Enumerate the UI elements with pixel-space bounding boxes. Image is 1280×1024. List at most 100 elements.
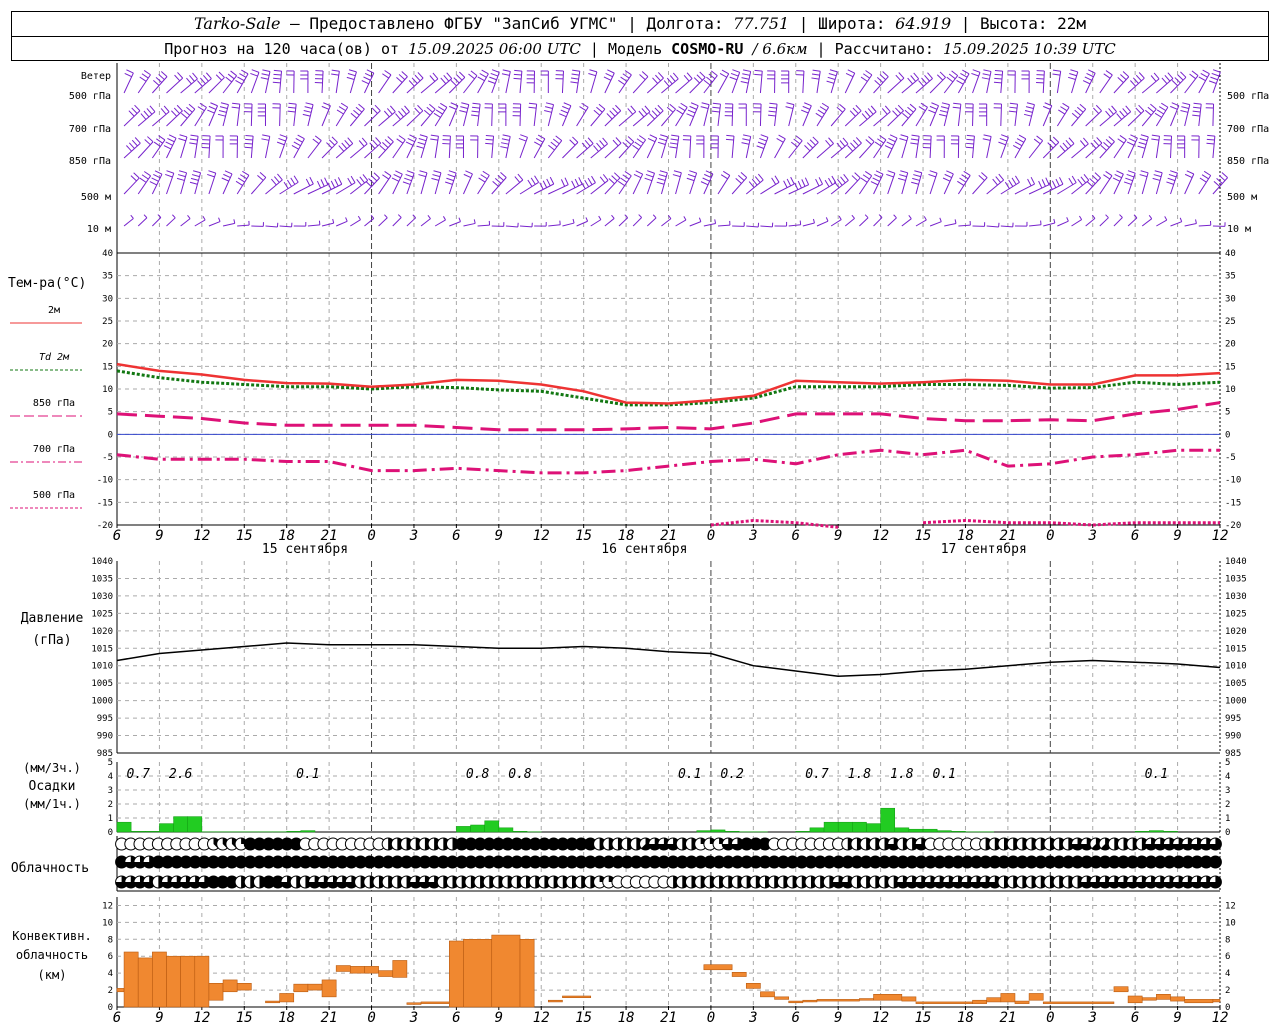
- wind-barb-feather: [824, 179, 830, 187]
- wind-barb-feather: [768, 114, 776, 117]
- wind-barb-feather: [946, 170, 954, 175]
- wind-barb-feather: [160, 108, 167, 115]
- wind-barb-feather: [391, 177, 400, 182]
- wind-barb-feather: [401, 108, 407, 115]
- wind-barb-staff: [1141, 108, 1157, 127]
- wind-barb-feather: [417, 104, 424, 112]
- wind-barb-feather: [239, 73, 247, 78]
- wind-barb-feather: [864, 110, 871, 118]
- wind-barb-feather: [446, 177, 454, 182]
- wind-barb-staff: [844, 110, 862, 127]
- wind-barb-feather: [1090, 142, 1097, 149]
- wind-barb-feather: [502, 69, 511, 72]
- wind-barb-feather: [355, 106, 363, 113]
- wind-barb-feather: [797, 180, 802, 189]
- wind-barb-feather: [192, 170, 201, 174]
- conv-bar: [392, 960, 408, 978]
- precip-total-label: 0.1: [1145, 767, 1168, 782]
- wind-barb-feather: [741, 77, 750, 80]
- wind-barb-staff: [759, 103, 762, 127]
- wind-barb-feather: [1207, 134, 1215, 137]
- wind-barb-feather: [877, 138, 884, 144]
- prec-ytick-left: 5: [108, 758, 113, 768]
- wind-barb-feather: [433, 170, 442, 174]
- wind-barb-feather: [589, 69, 598, 73]
- wind-barb-feather: [972, 69, 981, 73]
- wind-barb-feather: [218, 109, 227, 113]
- wind-barb-feather: [423, 109, 431, 116]
- wind-barb-feather: [1086, 180, 1093, 187]
- wind-barb-feather: [277, 173, 283, 181]
- temp-ytick-right: 0: [1225, 430, 1230, 440]
- wind-barb-feather: [208, 170, 216, 174]
- conv-bar: [265, 1000, 280, 1004]
- wind-barb-feather: [1105, 110, 1111, 118]
- temp-xtick-label: 12: [872, 528, 889, 544]
- conv-bar: [816, 999, 860, 1002]
- precip-total-label: 0.7: [805, 767, 829, 782]
- wind-barb-staff: [378, 175, 392, 195]
- wind-barb-staff: [1113, 173, 1124, 195]
- wind-barb-feather: [1014, 141, 1023, 147]
- wind-barb-feather: [460, 106, 468, 109]
- wind-barb-feather: [419, 134, 428, 138]
- wind-barb-feather: [304, 106, 313, 109]
- wind-barb-feather: [1052, 73, 1061, 76]
- wind-barb-feather: [419, 170, 428, 174]
- wind-barb-feather: [683, 216, 687, 221]
- wind-barb-staff: [1212, 136, 1216, 159]
- conv-bar: [449, 940, 464, 1008]
- conv-bar: [420, 1001, 450, 1004]
- temp-xtick-label: 15: [236, 528, 253, 544]
- wind-barb-feather: [760, 134, 769, 138]
- wind-barb-feather: [719, 73, 728, 78]
- wind-barb-feather: [293, 141, 301, 147]
- wind-barb-feather: [963, 170, 971, 176]
- wind-barb-feather: [163, 145, 172, 150]
- wind-barb-feather: [473, 219, 476, 224]
- prec-ytick-left: 4: [108, 772, 113, 782]
- wind-barb-feather: [382, 174, 390, 180]
- wind-barb-feather: [210, 102, 218, 107]
- wind-barb-feather: [500, 146, 508, 149]
- day-label: 16 сентября: [601, 542, 687, 557]
- conv-bar: [859, 998, 874, 1001]
- temp-ytick-left: -10: [97, 476, 113, 486]
- wind-barb-feather: [895, 107, 902, 114]
- wind-barb-staff: [859, 217, 869, 227]
- wind-barb-feather: [1083, 173, 1090, 181]
- precip-bar: [724, 831, 740, 833]
- wind-barb-feather: [710, 70, 718, 77]
- conv-xtick-label: 0: [707, 1010, 715, 1024]
- wind-barb-feather: [1025, 106, 1034, 109]
- wind-barb-feather: [555, 135, 563, 141]
- wind-barb-staff: [250, 136, 254, 159]
- wind-barb-feather: [634, 141, 642, 147]
- pres-ytick-left: 1025: [91, 609, 113, 619]
- wind-barb-feather: [485, 134, 494, 137]
- cloud-symbol-fill: [1209, 856, 1222, 868]
- conv-xtick-label: 18: [278, 1010, 295, 1024]
- wind-barb-feather: [1135, 107, 1142, 114]
- wind-barb-feather: [1140, 134, 1149, 138]
- wind-barb-feather: [870, 105, 877, 113]
- wind-barb-feather: [1171, 80, 1178, 87]
- wind-barb-feather: [562, 105, 570, 110]
- conv-bar: [760, 991, 775, 998]
- wind-barb-feather: [1071, 112, 1079, 119]
- precip-total-label: 0.1: [678, 767, 701, 782]
- wind-barb-staff: [208, 221, 221, 227]
- wind-barb-feather: [983, 134, 992, 137]
- wind-barb-staff: [802, 142, 819, 159]
- wind-barb-feather: [909, 103, 917, 110]
- wind-barb-feather: [487, 80, 496, 84]
- wind-barb-staff: [816, 220, 829, 227]
- conv-xtick-label: 3: [1088, 1010, 1097, 1024]
- wind-barb-feather: [607, 69, 615, 74]
- wind-barb-feather: [358, 140, 365, 147]
- wind-level-label: 500 м: [81, 192, 111, 203]
- wind-level-label: 10 м: [87, 224, 111, 235]
- wind-barb-staff: [1184, 173, 1195, 195]
- wind-barb-feather: [1202, 69, 1210, 75]
- wind-barb-feather: [1116, 170, 1124, 175]
